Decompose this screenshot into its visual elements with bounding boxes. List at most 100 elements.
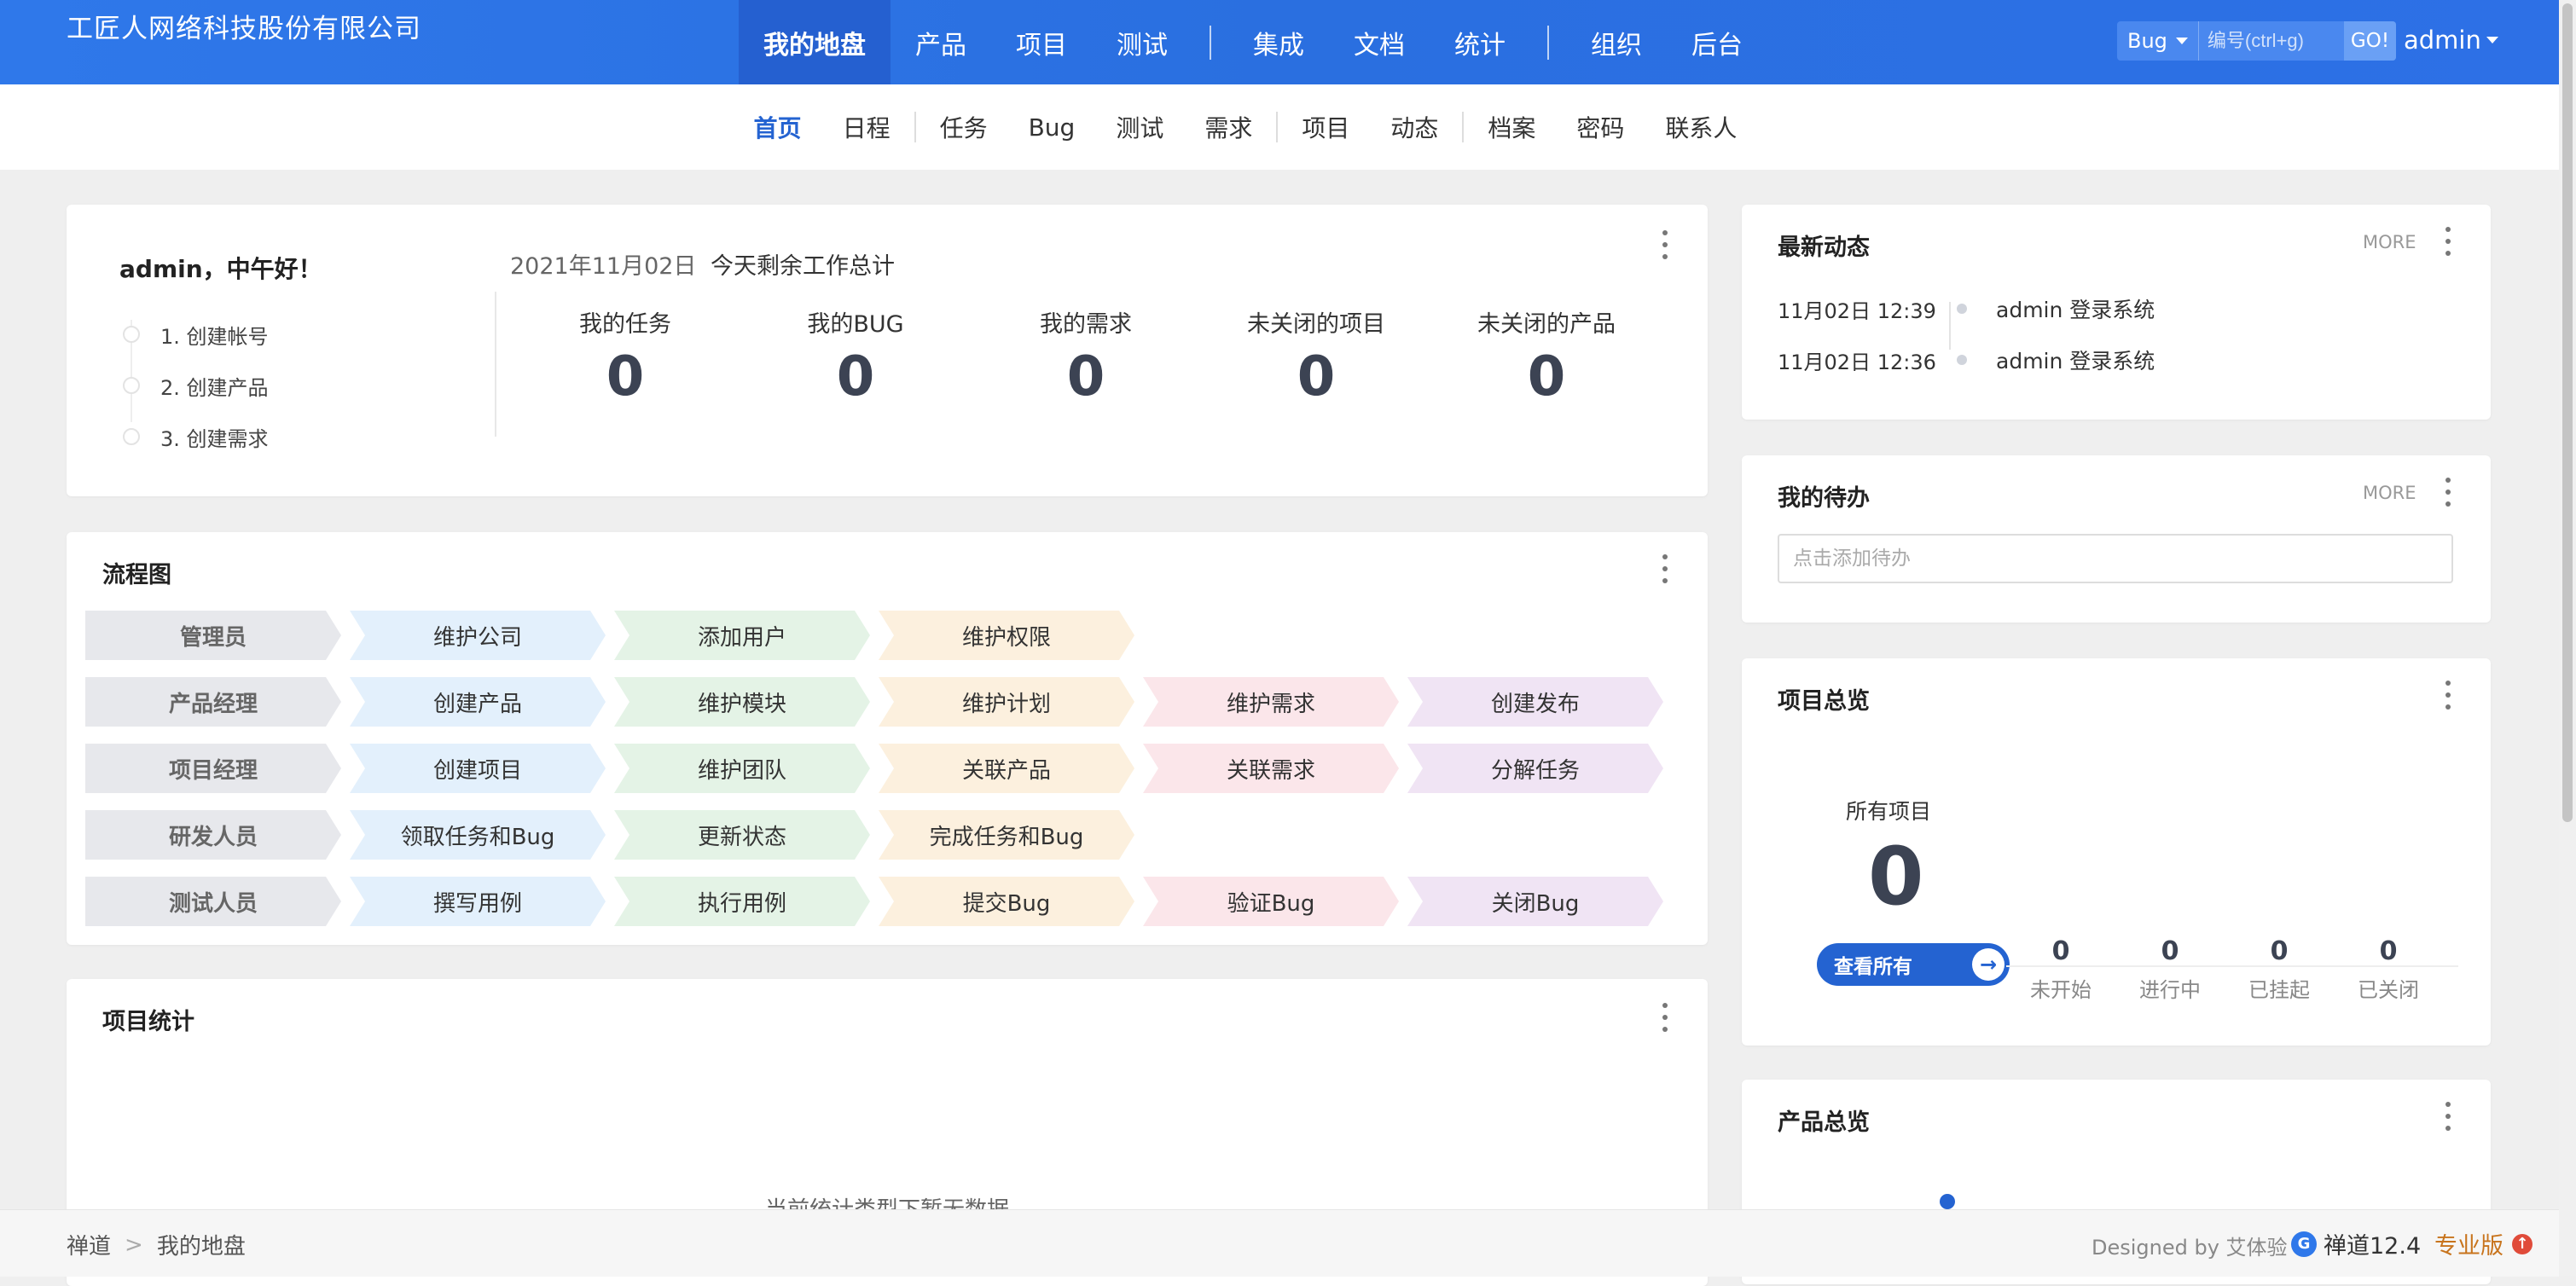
more-actions-icon[interactable] (2445, 681, 2451, 710)
panel-title: 流程图 (102, 562, 171, 588)
subnav-testcase[interactable]: 测试 (1095, 110, 1184, 144)
stat-value: 0 (836, 345, 875, 408)
page-scrollbar[interactable] (2559, 0, 2576, 1276)
stat-my-stories[interactable]: 我的需求 0 (971, 305, 1201, 408)
view-all-label: 查看所有 (1834, 956, 1912, 978)
step-circle-icon (123, 326, 140, 343)
search-type-select[interactable]: Bug (2117, 21, 2199, 61)
more-link[interactable]: MORE (2363, 232, 2416, 252)
dynamic-time: 11月02日 12:39 (1778, 298, 1936, 323)
status-count: 0 (2379, 936, 2398, 966)
more-actions-icon[interactable] (1662, 554, 1668, 583)
welcome-panel: admin，中午好！ 1. 创建帐号 2. 创建产品 3. 创建需求 2021年… (67, 205, 1708, 496)
scrollbar-thumb[interactable] (2562, 3, 2573, 822)
flow-step[interactable]: 创建项目 (350, 744, 606, 793)
nav-ci[interactable]: 集成 (1228, 0, 1329, 84)
nav-doc[interactable]: 文档 (1329, 0, 1430, 84)
dynamic-item[interactable]: 11月02日 12:36 admin 登录系统 (1778, 345, 2155, 375)
flow-step[interactable]: 执行用例 (614, 877, 870, 926)
subnav-task[interactable]: 任务 (920, 110, 1008, 144)
flow-role: 项目经理 (85, 744, 341, 793)
breadcrumb-root[interactable]: 禅道 (67, 1229, 111, 1260)
subnav-home[interactable]: 首页 (734, 110, 822, 144)
flow-step[interactable]: 维护团队 (614, 744, 870, 793)
stat-label: 我的BUG (807, 311, 904, 338)
flow-step[interactable]: 关联产品 (879, 744, 1134, 793)
more-actions-icon[interactable] (1662, 230, 1668, 259)
subnav-password[interactable]: 密码 (1556, 110, 1645, 144)
nav-admin[interactable]: 后台 (1667, 0, 1767, 84)
nav-project[interactable]: 项目 (991, 0, 1092, 84)
flow-role: 研发人员 (85, 810, 341, 860)
more-actions-icon[interactable] (2445, 1102, 2451, 1131)
nav-product[interactable]: 产品 (891, 0, 991, 84)
subnav-contacts[interactable]: 联系人 (1645, 110, 1757, 144)
status-count: 0 (2051, 936, 2070, 966)
flow-step[interactable]: 维护权限 (879, 611, 1134, 660)
status-label: 进行中 (2139, 978, 2201, 1002)
subnav-project[interactable]: 项目 (1281, 110, 1370, 144)
dynamic-item[interactable]: 11月02日 12:39 admin 登录系统 (1778, 293, 2155, 324)
flow-step[interactable]: 创建产品 (350, 677, 606, 727)
more-actions-icon[interactable] (2445, 227, 2451, 256)
breadcrumb-current[interactable]: 我的地盘 (157, 1229, 246, 1260)
nav-company[interactable]: 组织 (1566, 0, 1667, 84)
subnav-calendar[interactable]: 日程 (822, 110, 911, 144)
panel-title: 产品总览 (1778, 1109, 1870, 1136)
nav-divider (1547, 25, 1549, 60)
search-input[interactable] (2198, 22, 2344, 60)
flow-step[interactable]: 维护需求 (1143, 677, 1399, 727)
status-doing: 0 进行中 (2115, 936, 2225, 1003)
zentao-logo-icon: G (2291, 1231, 2317, 1257)
search-go-button[interactable]: GO! (2343, 21, 2397, 61)
flow-step[interactable]: 关闭Bug (1407, 877, 1663, 926)
more-actions-icon[interactable] (1662, 1003, 1668, 1032)
subnav-dynamic[interactable]: 动态 (1370, 110, 1459, 144)
step-item[interactable]: 3. 创建需求 (123, 411, 269, 462)
flow-step[interactable]: 验证Bug (1143, 877, 1399, 926)
designed-by[interactable]: Designed by 艾体验 (2092, 1231, 2288, 1260)
stat-my-bugs[interactable]: 我的BUG 0 (740, 305, 971, 408)
flow-step[interactable]: 完成任务和Bug (879, 810, 1134, 860)
remaining-title: 今天剩余工作总计 (711, 253, 895, 280)
user-menu[interactable]: admin (2404, 26, 2498, 55)
edition-link[interactable]: 专业版 ↑ (2434, 1227, 2532, 1260)
upgrade-icon: ↑ (2512, 1233, 2532, 1254)
subnav-profile[interactable]: 档案 (1467, 110, 1556, 144)
flow-step[interactable]: 维护公司 (350, 611, 606, 660)
flow-step[interactable]: 维护计划 (879, 677, 1134, 727)
flow-step[interactable]: 创建发布 (1407, 677, 1663, 727)
nav-qa[interactable]: 测试 (1092, 0, 1192, 84)
flow-step[interactable]: 维护模块 (614, 677, 870, 727)
chevron-down-icon (2175, 38, 2188, 44)
stat-open-products[interactable]: 未关闭的产品 0 (1431, 305, 1662, 408)
add-todo-input[interactable] (1778, 534, 2453, 583)
subnav-divider (1276, 112, 1279, 142)
nav-divider (1210, 25, 1211, 60)
flow-role: 管理员 (85, 611, 341, 660)
company-name[interactable]: 工匠人网络科技股份有限公司 (67, 7, 421, 45)
all-projects-count: 0 (1868, 831, 1924, 924)
subnav-bug[interactable]: Bug (1008, 113, 1096, 142)
flow-step[interactable]: 提交Bug (879, 877, 1134, 926)
nav-report[interactable]: 统计 (1430, 0, 1530, 84)
more-link[interactable]: MORE (2363, 483, 2416, 503)
flowchart: 管理员 维护公司 添加用户 维护权限产品经理 创建产品 维护模块 维护计划 维护需求 创建发布项… (85, 611, 1672, 943)
stat-open-projects[interactable]: 未关闭的项目 0 (1201, 305, 1431, 408)
flow-step[interactable]: 领取任务和Bug (350, 810, 606, 860)
view-all-button[interactable]: 查看所有 → (1817, 943, 2010, 986)
stat-my-tasks[interactable]: 我的任务 0 (510, 305, 740, 408)
nav-my[interactable]: 我的地盘 (739, 0, 891, 84)
flow-step[interactable]: 更新状态 (614, 810, 870, 860)
flow-step[interactable]: 添加用户 (614, 611, 870, 660)
today-date: 2021年11月02日 (510, 253, 697, 280)
flow-step[interactable]: 撰写用例 (350, 877, 606, 926)
more-actions-icon[interactable] (2445, 478, 2451, 507)
brand-version[interactable]: G 禅道12.4 (2291, 1227, 2421, 1260)
flow-step[interactable]: 分解任务 (1407, 744, 1663, 793)
flow-role: 产品经理 (85, 677, 341, 727)
flow-step[interactable]: 关联需求 (1143, 744, 1399, 793)
step-item[interactable]: 2. 创建产品 (123, 360, 269, 411)
subnav-story[interactable]: 需求 (1184, 110, 1273, 144)
step-item[interactable]: 1. 创建帐号 (123, 309, 269, 360)
